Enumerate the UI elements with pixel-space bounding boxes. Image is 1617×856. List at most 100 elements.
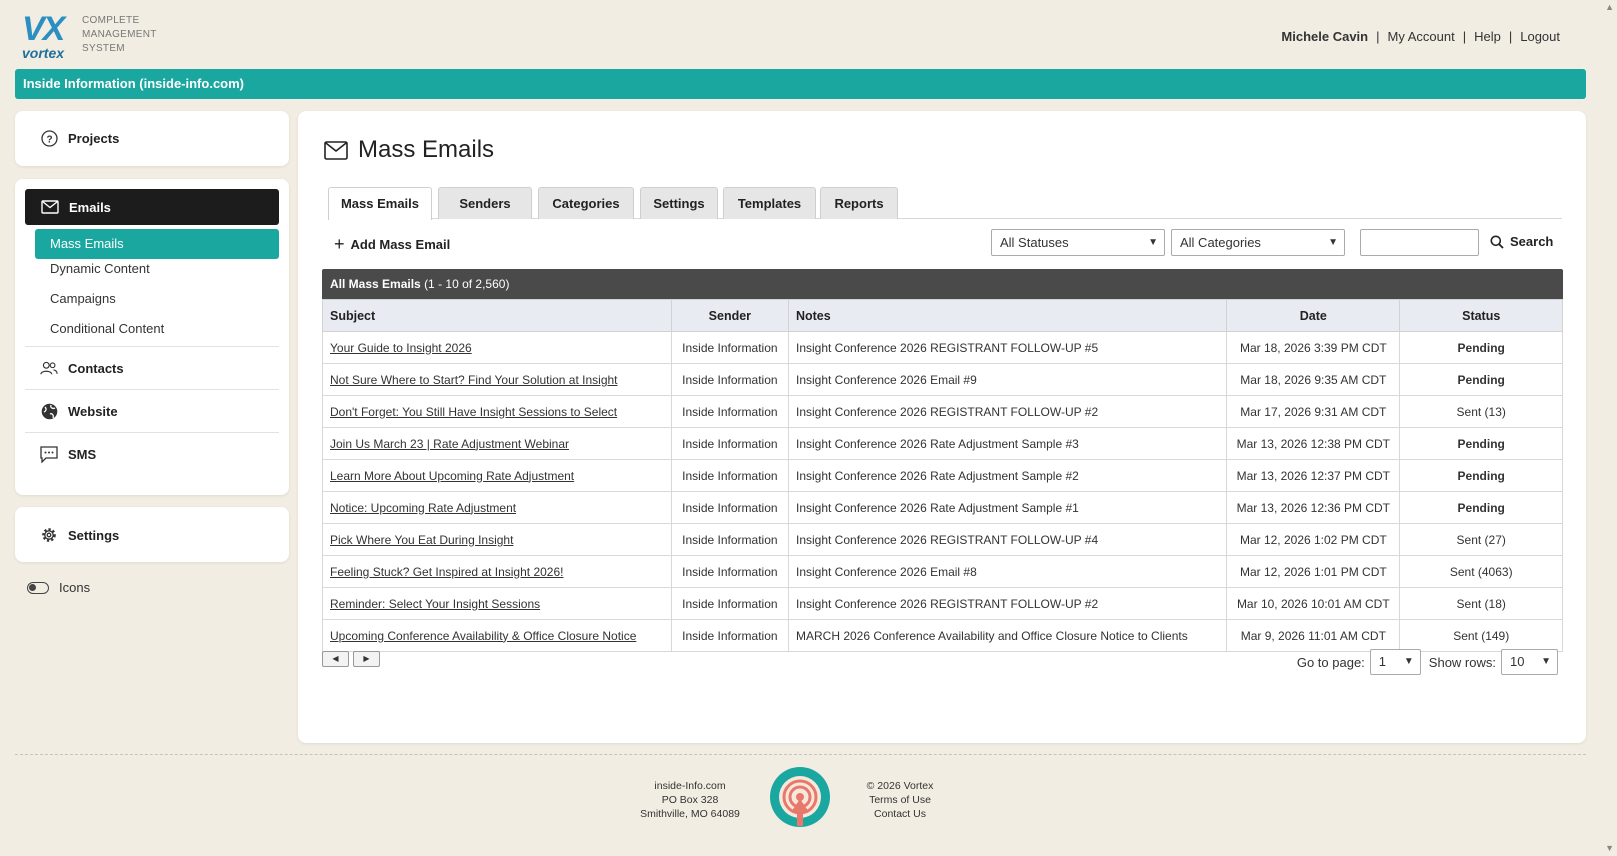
logo-mark: VX bbox=[22, 10, 65, 48]
copyright: © 2026 Vortex bbox=[866, 780, 934, 792]
icons-toggle[interactable]: Icons bbox=[27, 580, 90, 595]
email-subject-link[interactable]: Notice: Upcoming Rate Adjustment bbox=[322, 491, 672, 524]
date-cell: Mar 18, 2026 3:39 PM CDT bbox=[1226, 331, 1401, 364]
contact-link[interactable]: Contact Us bbox=[850, 807, 950, 821]
globe-icon bbox=[40, 402, 58, 420]
goto-page-select[interactable]: 1 ▼ bbox=[1369, 649, 1421, 675]
date-cell: Mar 9, 2026 11:01 AM CDT bbox=[1226, 619, 1401, 652]
sidebar-item-settings[interactable]: Settings bbox=[40, 526, 119, 544]
sidebar-sub-campaigns[interactable]: Campaigns bbox=[50, 291, 116, 306]
notes-cell: Insight Conference 2026 REGISTRANT FOLLO… bbox=[787, 331, 1228, 364]
email-subject-link[interactable]: Upcoming Conference Availability & Offic… bbox=[322, 619, 672, 652]
status-filter-select[interactable]: All Statuses ▼ bbox=[991, 229, 1165, 256]
gear-icon bbox=[40, 526, 58, 544]
email-subject-link[interactable]: Reminder: Select Your Insight Sessions bbox=[322, 587, 672, 620]
table-row[interactable]: Not Sure Where to Start? Find Your Solut… bbox=[322, 363, 1563, 396]
next-page-icon[interactable]: ▶ bbox=[353, 651, 380, 667]
user-nav: Michele Cavin | My Account | Help | Logo… bbox=[1281, 29, 1560, 44]
table-row[interactable]: Reminder: Select Your Insight Sessions In… bbox=[322, 587, 1563, 620]
status-cell: Pending bbox=[1399, 331, 1563, 364]
sidebar-projects-card: ? Projects bbox=[15, 111, 289, 166]
sidebar-settings-card: Settings bbox=[15, 507, 289, 562]
tab-templates[interactable]: Templates bbox=[723, 187, 816, 219]
notes-cell: Insight Conference 2026 REGISTRANT FOLLO… bbox=[787, 395, 1228, 428]
status-cell: Sent (149) bbox=[1399, 619, 1563, 652]
category-filter-select[interactable]: All Categories ▼ bbox=[1171, 229, 1345, 256]
email-subject-link[interactable]: Learn More About Upcoming Rate Adjustmen… bbox=[322, 459, 672, 492]
show-rows-label: Show rows: bbox=[1428, 654, 1496, 670]
status-cell: Pending bbox=[1399, 363, 1563, 396]
column-header-notes[interactable]: Notes bbox=[787, 299, 1228, 332]
table-row[interactable]: Feeling Stuck? Get Inspired at Insight 2… bbox=[322, 555, 1563, 588]
terms-link[interactable]: Terms of Use bbox=[850, 793, 950, 807]
tab-reports[interactable]: Reports bbox=[820, 187, 898, 219]
sender-cell: Inside Information bbox=[670, 395, 789, 428]
org-bar: Inside Information (inside-info.com) bbox=[15, 69, 1586, 99]
table-row[interactable]: Notice: Upcoming Rate Adjustment Inside I… bbox=[322, 491, 1563, 524]
scroll-up-icon[interactable]: ▲ bbox=[1605, 2, 1614, 12]
status-cell: Sent (13) bbox=[1399, 395, 1563, 428]
show-rows-select[interactable]: 10 ▼ bbox=[1501, 649, 1558, 675]
my-account-link[interactable]: My Account bbox=[1388, 29, 1455, 44]
main-panel: Mass Emails Mass Emails Senders Categori… bbox=[298, 111, 1586, 743]
tab-categories[interactable]: Categories bbox=[538, 187, 634, 219]
table-row[interactable]: Join Us March 23 | Rate Adjustment Webin… bbox=[322, 427, 1563, 460]
prev-page-icon[interactable]: ◀ bbox=[322, 651, 349, 667]
table-row[interactable]: Upcoming Conference Availability & Offic… bbox=[322, 619, 1563, 652]
sidebar-item-emails[interactable]: Emails bbox=[25, 189, 279, 225]
sidebar-sub-mass-emails[interactable]: Mass Emails bbox=[35, 229, 279, 259]
column-header-subject[interactable]: Subject bbox=[322, 299, 672, 332]
table-row[interactable]: Don't Forget: You Still Have Insight Ses… bbox=[322, 395, 1563, 428]
date-cell: Mar 18, 2026 9:35 AM CDT bbox=[1226, 363, 1401, 396]
sender-cell: Inside Information bbox=[670, 523, 789, 556]
footer-website-link[interactable]: inside-Info.com bbox=[630, 779, 750, 793]
sidebar-sub-dynamic-content[interactable]: Dynamic Content bbox=[50, 261, 150, 276]
envelope-icon bbox=[41, 198, 59, 216]
logout-link[interactable]: Logout bbox=[1520, 29, 1560, 44]
help-link[interactable]: Help bbox=[1474, 29, 1501, 44]
sidebar-item-sms[interactable]: SMS bbox=[40, 445, 96, 463]
email-subject-link[interactable]: Pick Where You Eat During Insight bbox=[322, 523, 672, 556]
email-subject-link[interactable]: Don't Forget: You Still Have Insight Ses… bbox=[322, 395, 672, 428]
search-input[interactable] bbox=[1360, 229, 1479, 256]
search-button[interactable]: Search bbox=[1490, 234, 1553, 249]
sender-cell: Inside Information bbox=[670, 459, 789, 492]
table-row[interactable]: Pick Where You Eat During Insight Inside … bbox=[322, 523, 1563, 556]
column-header-sender[interactable]: Sender bbox=[670, 299, 789, 332]
chevron-down-icon: ▼ bbox=[1403, 656, 1414, 667]
tab-mass-emails[interactable]: Mass Emails bbox=[328, 187, 432, 220]
add-mass-email-button[interactable]: + Add Mass Email bbox=[334, 235, 450, 253]
vortex-logo[interactable]: VX vortex COMPLETE MANAGEMENT SYSTEM bbox=[22, 10, 162, 61]
sidebar-item-contacts[interactable]: Contacts bbox=[40, 359, 124, 377]
sender-cell: Inside Information bbox=[670, 555, 789, 588]
sidebar-item-projects[interactable]: ? Projects bbox=[40, 129, 119, 147]
email-subject-link[interactable]: Not Sure Where to Start? Find Your Solut… bbox=[322, 363, 672, 396]
table-row[interactable]: Your Guide to Insight 2026 Inside Informa… bbox=[322, 331, 1563, 364]
tab-settings[interactable]: Settings bbox=[640, 187, 718, 219]
footer-address: inside-Info.com PO Box 328 Smithville, M… bbox=[630, 779, 750, 821]
table-row[interactable]: Learn More About Upcoming Rate Adjustmen… bbox=[322, 459, 1563, 492]
column-header-status[interactable]: Status bbox=[1399, 299, 1563, 332]
tab-senders[interactable]: Senders bbox=[438, 187, 532, 219]
chevron-down-icon: ▼ bbox=[1148, 237, 1158, 248]
envelope-icon bbox=[324, 140, 348, 160]
email-subject-link[interactable]: Feeling Stuck? Get Inspired at Insight 2… bbox=[322, 555, 672, 588]
contacts-icon bbox=[40, 359, 58, 377]
email-subject-link[interactable]: Your Guide to Insight 2026 bbox=[322, 331, 672, 364]
sidebar-item-website[interactable]: Website bbox=[40, 402, 118, 420]
sender-cell: Inside Information bbox=[670, 619, 789, 652]
scroll-down-icon[interactable]: ▼ bbox=[1605, 843, 1614, 853]
notes-cell: Insight Conference 2026 REGISTRANT FOLLO… bbox=[787, 523, 1228, 556]
sidebar-emails-card: Emails Mass Emails Dynamic Content Campa… bbox=[15, 179, 289, 495]
svg-text:?: ? bbox=[46, 134, 52, 145]
grid-count: (1 - 10 of 2,560) bbox=[424, 277, 510, 291]
top-header: VX vortex COMPLETE MANAGEMENT SYSTEM Mic… bbox=[0, 0, 1600, 66]
date-cell: Mar 13, 2026 12:37 PM CDT bbox=[1226, 459, 1401, 492]
sidebar-sub-conditional-content[interactable]: Conditional Content bbox=[50, 321, 164, 336]
notes-cell: Insight Conference 2026 Email #9 bbox=[787, 363, 1228, 396]
column-header-date[interactable]: Date bbox=[1226, 299, 1401, 332]
date-cell: Mar 12, 2026 1:01 PM CDT bbox=[1226, 555, 1401, 588]
email-subject-link[interactable]: Join Us March 23 | Rate Adjustment Webin… bbox=[322, 427, 672, 460]
logo-tagline: COMPLETE MANAGEMENT SYSTEM bbox=[82, 15, 157, 54]
question-circle-icon: ? bbox=[40, 129, 58, 147]
